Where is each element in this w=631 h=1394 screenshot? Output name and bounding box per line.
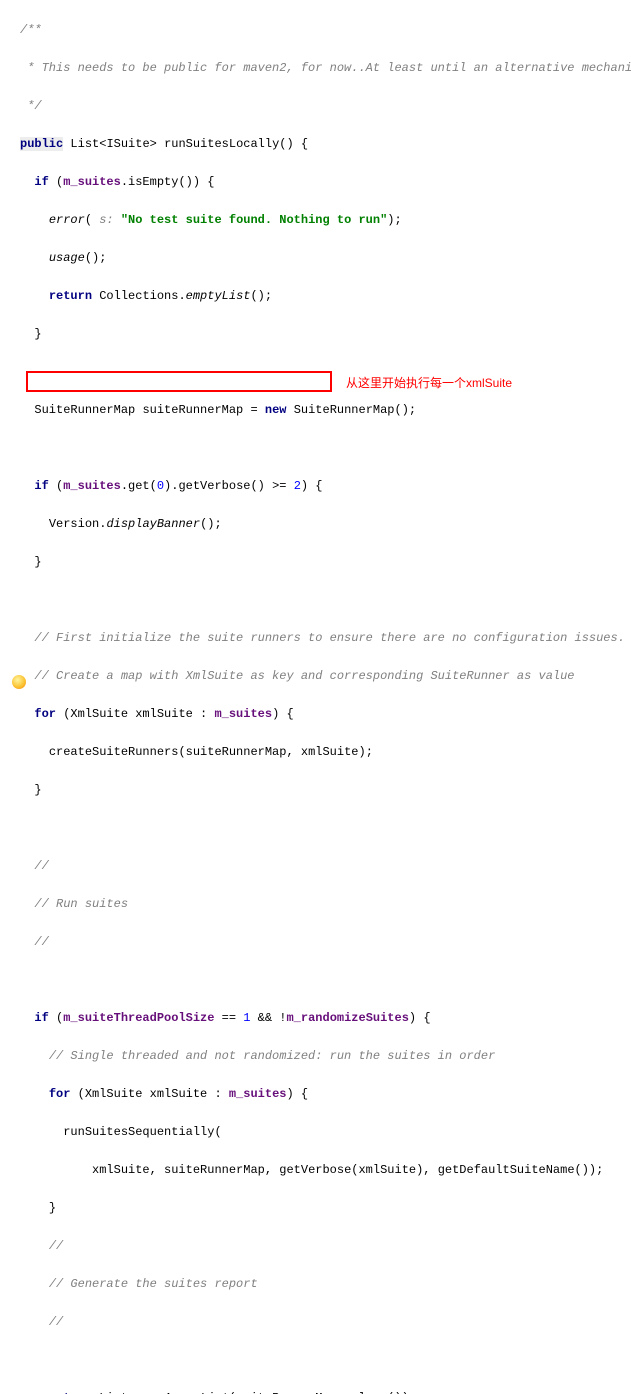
string-literal: "No test suite found. Nothing to run" [121, 213, 387, 227]
keyword-for: for [34, 707, 56, 721]
doc-comment-body: * This needs to be public for maven2, fo… [20, 61, 631, 75]
doc-comment-end: */ [20, 99, 42, 113]
keyword-public: public [20, 137, 63, 151]
line-comment: // Run suites [34, 897, 128, 911]
line-comment: // First initialize the suite runners to… [34, 631, 625, 645]
annotation-text: 从这里开始执行每一个xmlSuite [346, 374, 512, 393]
code-editor[interactable]: /** * This needs to be public for maven2… [0, 0, 631, 1394]
keyword-new: new [265, 403, 287, 417]
keyword-return: return [49, 289, 92, 303]
highlighted-call: createSuiteRunners [49, 745, 179, 759]
line-comment: // Single threaded and not randomized: r… [49, 1049, 495, 1063]
intention-bulb-icon[interactable] [12, 675, 26, 689]
line-comment: // Create a map with XmlSuite as key and… [34, 669, 574, 683]
line-comment: // Generate the suites report [49, 1277, 258, 1291]
method-declaration: runSuitesLocally [164, 137, 279, 151]
doc-comment: /** [20, 23, 42, 37]
keyword-if: if [34, 175, 48, 189]
